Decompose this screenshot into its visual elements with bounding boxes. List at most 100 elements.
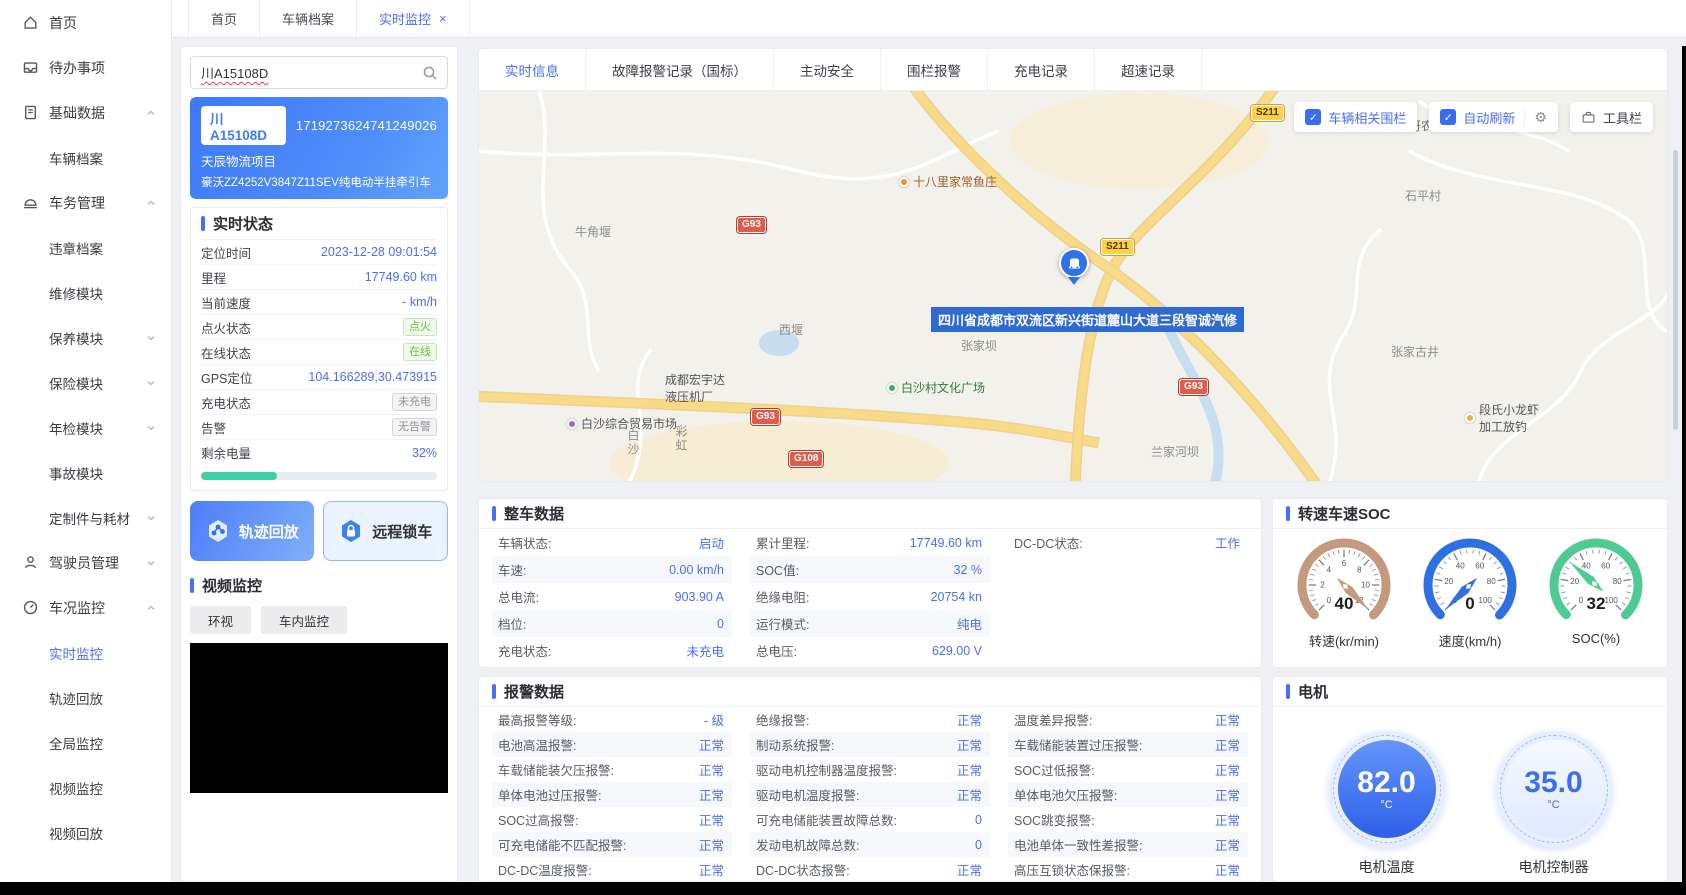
person-icon — [22, 554, 39, 571]
status-label: 点火状态 — [201, 321, 252, 336]
sidebar-item-车辆档案[interactable]: 车辆档案 — [0, 135, 171, 180]
search-input[interactable]: 川A15108D — [190, 56, 448, 89]
vehicle-data-card: 整车数据 车辆状态: 启动 累计里程: 17749.60 km DC-DC状态: 工作 车速… — [478, 498, 1262, 668]
sidebar-item-label: 实时监控 — [49, 646, 103, 662]
window-tab-首页[interactable]: 首页 — [188, 0, 261, 37]
map[interactable]: 十八里家常鱼庄 龙哥农家乐 石平村 牛角堰 西堰 张家坝 成都宏宇达 液压机厂 白沙村文化广场白… — [479, 91, 1667, 481]
sidebar-item-待办事项[interactable]: 待办事项 — [0, 45, 171, 90]
remote-lock-button[interactable]: 远程锁车 — [322, 501, 448, 561]
data-value: 正常 — [956, 739, 982, 753]
data-value: 正常 — [1214, 814, 1240, 828]
data-label: 充电状态: — [498, 645, 552, 659]
sidebar-item-车况监控[interactable]: 车况监控 — [0, 585, 171, 630]
map-tab-故障报警记录（国标）[interactable]: 故障报警记录（国标） — [586, 49, 774, 90]
chevron-down-icon[interactable] — [145, 377, 157, 389]
marker-pin — [1068, 277, 1080, 291]
chevron-up-icon[interactable] — [145, 107, 157, 119]
toolbox-icon — [1582, 111, 1595, 123]
data-value: 正常 — [698, 789, 724, 803]
chevron-up-icon[interactable] — [145, 197, 157, 209]
sidebar-item-视频监控[interactable]: 视频监控 — [0, 765, 171, 810]
data-row: 充电状态: 未充电 总电压: 629.00 V — [492, 637, 1248, 664]
data-cell-运行模式: 运行模式: 纯电 — [750, 610, 990, 637]
sidebar-item-label: 定制件与耗材 — [49, 511, 130, 527]
inbox-icon — [22, 59, 39, 76]
data-value: 629.00 V — [931, 643, 982, 658]
fence-toggle[interactable]: ✓ 车辆相关围栏 — [1294, 102, 1418, 132]
close-tab-icon[interactable]: × — [439, 11, 447, 26]
sidebar-item-基础数据[interactable]: 基础数据 — [0, 90, 171, 135]
map-tab-充电记录[interactable]: 充电记录 — [988, 49, 1095, 90]
app-window: 首页 待办事项 基础数据 车辆档案 车务管理 违章档案 维修模块 保养模块 保险模块 年检模块 事故… — [0, 0, 1686, 895]
gauge-SOC(%): 0 20 40 60 80 100 32 SOC(%) — [1536, 533, 1656, 650]
sidebar-item-事故模块[interactable]: 事故模块 — [0, 450, 171, 495]
sidebar-item-违章档案[interactable]: 违章档案 — [0, 225, 171, 270]
data-label: 运行模式: — [756, 618, 810, 632]
window-tab-label: 实时监控 — [379, 12, 432, 27]
svg-text:40: 40 — [1582, 561, 1591, 570]
motor-unit: °C — [1547, 798, 1560, 811]
sidebar-item-维修模块[interactable]: 维修模块 — [0, 270, 171, 315]
data-cell-总电压: 总电压: 629.00 V — [750, 637, 990, 664]
sidebar-item-定制件与耗材[interactable]: 定制件与耗材 — [0, 495, 171, 540]
status-label: 告警 — [201, 421, 227, 436]
sidebar-item-保险模块[interactable]: 保险模块 — [0, 360, 171, 405]
sidebar-item-驾驶员管理[interactable]: 驾驶员管理 — [0, 540, 171, 585]
data-cell-总电流: 总电流: 903.90 A — [492, 583, 732, 610]
map-tab-主动安全[interactable]: 主动安全 — [774, 49, 881, 90]
sidebar-item-label: 基础数据 — [49, 104, 105, 121]
gauge-速度(km/h): 0204060801000速度(km/h) — [1410, 533, 1530, 650]
poi-label: 张家古井 — [1391, 345, 1440, 359]
chevron-up-icon[interactable] — [145, 602, 157, 614]
window-tab-实时监控[interactable]: 实时监控 × — [356, 0, 470, 37]
data-value: 启动 — [698, 537, 724, 551]
auto-refresh-toggle[interactable]: ✓ 自动刷新 ⚙ — [1429, 102, 1558, 132]
map-tab-围栏报警[interactable]: 围栏报警 — [881, 49, 988, 90]
realtime-status-rows: 定位时间 2023-12-28 09:01:54 里程 17749.60 km 当前速度… — [201, 240, 437, 465]
track-playback-button[interactable]: 轨迹回放 — [190, 501, 314, 561]
checkbox-checked-icon[interactable]: ✓ — [1305, 109, 1322, 125]
video-button-车内监控[interactable]: 车内监控 — [261, 606, 348, 634]
checkbox-checked-icon[interactable]: ✓ — [1440, 109, 1457, 125]
data-value: 正常 — [698, 739, 724, 753]
chevron-down-icon[interactable] — [145, 422, 157, 434]
data-cell-驱动电机温度报警: 驱动电机温度报警: 正常 — [750, 782, 990, 807]
map-tab-实时信息[interactable]: 实时信息 — [479, 49, 586, 90]
sidebar-item-首页[interactable]: 首页 — [0, 0, 171, 45]
sidebar-item-轨迹回放[interactable]: 轨迹回放 — [0, 675, 171, 720]
map-controls: ✓ 车辆相关围栏 ✓ 自动刷新 ⚙ 工具栏 — [1294, 102, 1653, 132]
data-cell-最高报警等级: 最高报警等级: - 级 — [492, 707, 732, 732]
data-cell-车载储能装置过压报警: 车载储能装置过压报警: 正常 — [1008, 732, 1248, 757]
window-tab-车辆档案[interactable]: 车辆档案 — [259, 0, 358, 37]
poi-label: 白沙 — [626, 429, 640, 457]
video-feed[interactable] — [190, 643, 448, 793]
sidebar-item-车务管理[interactable]: 车务管理 — [0, 180, 171, 225]
svg-text:20: 20 — [1570, 577, 1579, 586]
sidebar-item-实时监控[interactable]: 实时监控 — [0, 630, 171, 675]
data-row: 总电流: 903.90 A 绝缘电阻: 20754 kn — [492, 583, 1248, 610]
status-row-定位时间: 定位时间 2023-12-28 09:01:54 — [201, 240, 437, 265]
data-value: 20754 kn — [930, 589, 982, 604]
sidebar-item-视频回放[interactable]: 视频回放 — [0, 810, 171, 855]
scrollbar-thumb[interactable] — [1673, 150, 1678, 430]
chevron-down-icon[interactable] — [145, 557, 157, 569]
map-tab-超速记录[interactable]: 超速记录 — [1095, 49, 1202, 90]
gear-icon[interactable]: ⚙ — [1524, 108, 1547, 126]
search-icon[interactable] — [422, 65, 438, 84]
toolbar-button[interactable]: 工具栏 — [1569, 102, 1653, 132]
sidebar-item-保养模块[interactable]: 保养模块 — [0, 315, 171, 360]
video-button-环视[interactable]: 环视 — [190, 606, 252, 634]
status-badge: 点火 — [403, 318, 437, 336]
status-row-剩余电量: 剩余电量 32% — [201, 440, 437, 465]
vehicle-marker[interactable] — [1059, 248, 1089, 278]
lock-icon — [342, 520, 361, 542]
vehicle-card[interactable]: 川A15108D 1719273624741249026 天辰物流项目 豪沃ZZ… — [190, 97, 448, 199]
chevron-down-icon[interactable] — [145, 512, 157, 524]
map-poi-白沙村文化广场: 白沙村文化广场 — [887, 379, 985, 396]
status-value: 32% — [411, 445, 437, 460]
chevron-down-icon[interactable] — [145, 332, 157, 344]
sidebar-item-年检模块[interactable]: 年检模块 — [0, 405, 171, 450]
map-card: 实时信息 故障报警记录（国标） 主动安全 围栏报警 充电记录 超速记录 十八里家… — [478, 48, 1668, 482]
sidebar-item-全局监控[interactable]: 全局监控 — [0, 720, 171, 765]
map-poi-十八里家常鱼庄: 十八里家常鱼庄 — [899, 173, 997, 190]
